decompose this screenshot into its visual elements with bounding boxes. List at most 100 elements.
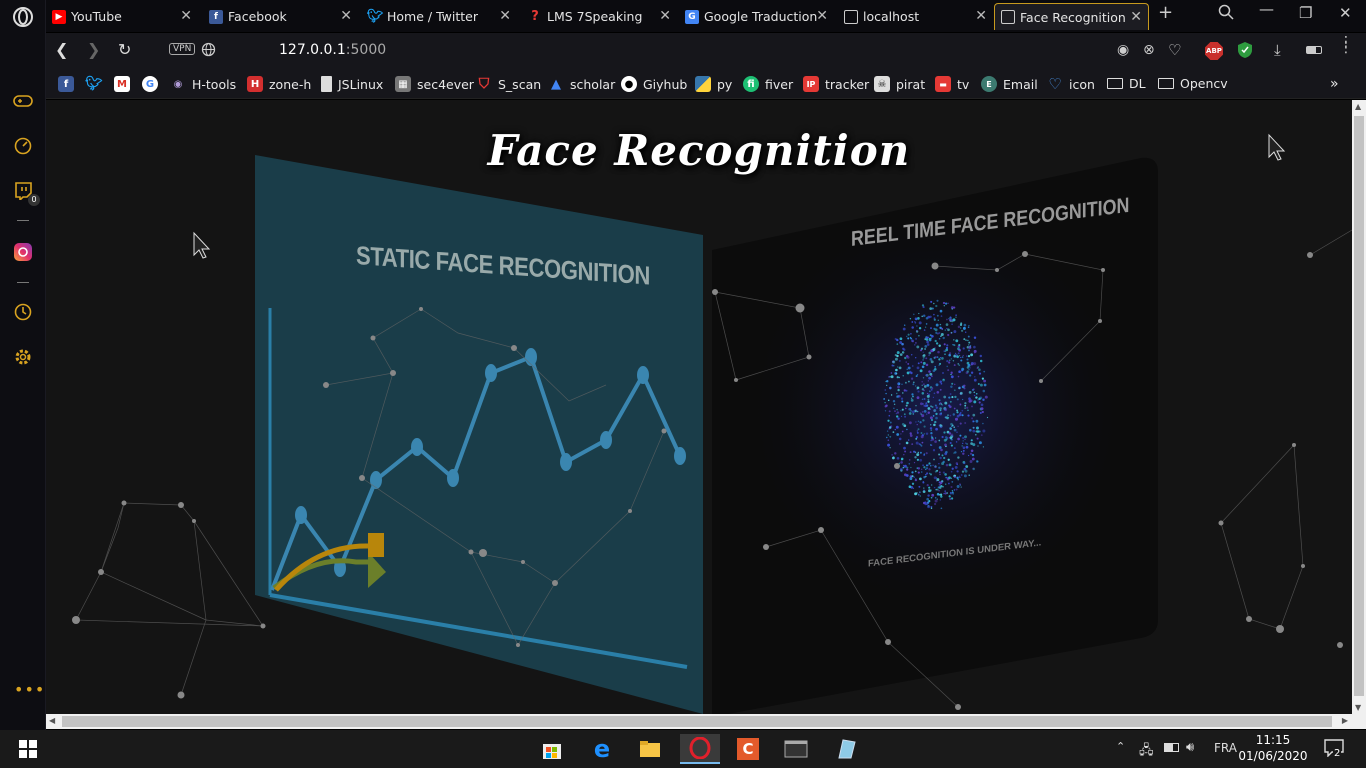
bookmark-twitter[interactable]: 🐦︎ (85, 76, 108, 92)
bookmarks-overflow-icon[interactable]: » (1330, 76, 1339, 92)
gamepad-icon[interactable] (12, 90, 34, 112)
face-particle (926, 484, 929, 487)
close-window-icon[interactable]: ✕ (1339, 4, 1352, 22)
opera-menu-icon[interactable] (12, 6, 34, 28)
back-icon[interactable]: ❮ (55, 40, 68, 59)
tab-facebook[interactable]: f Facebook ✕ (203, 3, 358, 30)
heart-icon[interactable]: ♡ (1168, 41, 1181, 59)
battery-saver-icon[interactable] (1306, 46, 1322, 54)
bookmark-facebook[interactable]: f (58, 76, 80, 92)
speedometer-icon[interactable] (12, 135, 34, 157)
close-icon[interactable]: ✕ (1130, 9, 1142, 25)
face-particle (935, 406, 938, 409)
bookmark-jslinux[interactable]: JSLinux (321, 76, 383, 92)
search-icon[interactable] (1218, 4, 1234, 24)
tab-lms[interactable]: ? LMS 7Speaking ✕ (522, 3, 677, 30)
scroll-down-icon[interactable]: ▼ (1355, 703, 1361, 712)
bookmark-sec4ever[interactable]: ▦ sec4ever (395, 76, 474, 92)
vpn-badge[interactable]: VPN (169, 43, 196, 55)
face-particle (965, 339, 967, 341)
bookmark-tv[interactable]: ▬ tv (935, 76, 969, 92)
face-particle (934, 366, 937, 368)
tab-youtube[interactable]: ▶ YouTube ✕ (46, 3, 198, 30)
app-c-icon[interactable]: C (728, 734, 768, 764)
shield-extension-icon[interactable] (1237, 41, 1253, 63)
maximize-icon[interactable]: ❐ (1299, 4, 1312, 22)
instagram-icon[interactable] (12, 241, 34, 263)
face-particle (955, 316, 957, 318)
face-particle (942, 378, 946, 382)
windows-start-icon[interactable] (8, 734, 48, 764)
reload-icon[interactable]: ↻ (118, 40, 131, 59)
app-glass-icon[interactable] (826, 734, 866, 764)
tab-face-recognition[interactable]: Face Recognition ✕ (994, 3, 1149, 30)
close-icon[interactable]: ✕ (975, 8, 987, 24)
face-particle (964, 404, 967, 407)
bookmark-github[interactable]: ● Giyhub (621, 76, 687, 92)
vertical-scroll-thumb[interactable] (1354, 116, 1364, 696)
bookmark-gmail[interactable]: M (114, 76, 136, 92)
camera-icon[interactable]: ◉ (1117, 42, 1129, 58)
store-icon[interactable] (532, 734, 572, 764)
globe-icon (201, 42, 216, 61)
minimize-icon[interactable]: — (1259, 0, 1274, 18)
bookmark-s-scan[interactable]: ⛉ S_scan (476, 76, 541, 92)
face-particle (925, 363, 929, 367)
terminal-icon[interactable] (776, 734, 816, 764)
bookmark-dl[interactable]: DL (1107, 76, 1146, 91)
network-icon[interactable]: 🖧︎ (1139, 741, 1154, 763)
vertical-scrollbar[interactable]: ▲ ▼ (1352, 100, 1366, 714)
bookmark-email[interactable]: E Email (981, 76, 1038, 92)
close-icon[interactable]: ✕ (340, 8, 352, 24)
bookmark-zone-h[interactable]: Hzone-h (247, 76, 311, 92)
bookmark-scholar[interactable]: ▲ scholar (548, 76, 615, 92)
sidebar-divider (17, 282, 29, 283)
adblock-icon[interactable]: ABP (1205, 42, 1223, 60)
download-icon[interactable]: ⤓ (1274, 41, 1281, 59)
bookmark-fiver[interactable]: fi fiver (743, 76, 793, 92)
edge-icon[interactable]: e (582, 734, 622, 764)
tab-localhost[interactable]: localhost ✕ (838, 3, 993, 30)
scroll-right-icon[interactable]: ▶ (1342, 716, 1348, 725)
bookmark-google[interactable]: G (142, 76, 164, 92)
forward-icon[interactable]: ❯ (87, 40, 100, 59)
opera-taskbar-icon[interactable] (680, 734, 720, 764)
face-particle (970, 363, 973, 366)
url-input[interactable]: 127.0.0.1:5000 (279, 42, 386, 58)
close-icon[interactable]: ✕ (180, 8, 192, 24)
close-icon[interactable]: ✕ (816, 8, 828, 24)
clock[interactable]: 11:15 01/06/2020 (1238, 732, 1308, 764)
face-particle (939, 323, 942, 326)
face-particle (935, 412, 938, 416)
clock-time: 11:15 (1255, 733, 1291, 747)
bookmark-label: Opencv (1180, 76, 1228, 91)
face-particle (934, 437, 937, 439)
new-tab-icon[interactable]: + (1158, 2, 1173, 23)
tab-google-traduction[interactable]: G Google Traduction ✕ (679, 3, 834, 30)
tray-chevron-icon[interactable]: ⌃ (1116, 740, 1125, 753)
close-icon[interactable]: ✕ (659, 8, 671, 24)
more-icon[interactable]: ••• (14, 680, 45, 699)
scroll-left-icon[interactable]: ◀ (49, 716, 55, 725)
block-icon[interactable]: ⊗ (1143, 42, 1155, 58)
heart-icon: ♡ (1048, 75, 1062, 93)
volume-icon[interactable]: 🔊︎ (1186, 740, 1194, 755)
bookmark-icon[interactable]: ♡ icon (1047, 75, 1095, 93)
close-icon[interactable]: ✕ (499, 8, 511, 24)
file-explorer-icon[interactable] (630, 734, 670, 764)
bookmark-opencv[interactable]: Opencv (1158, 76, 1228, 91)
battery-icon[interactable] (1164, 743, 1179, 752)
horizontal-scrollbar[interactable]: ◀ ▶ (46, 714, 1366, 729)
history-icon[interactable] (12, 301, 34, 323)
scroll-up-icon[interactable]: ▲ (1355, 102, 1361, 111)
face-particle (928, 462, 931, 465)
bookmark-h-tools[interactable]: ◉ H-tools (170, 76, 236, 92)
horizontal-scroll-thumb[interactable] (62, 716, 1332, 727)
bookmark-py[interactable]: py (695, 76, 732, 92)
tab-twitter[interactable]: 🐦︎ Home / Twitter ✕ (362, 3, 517, 30)
settings-icon[interactable] (12, 346, 34, 368)
bookmark-tracker[interactable]: IP tracker (803, 76, 869, 92)
language-indicator[interactable]: FRA (1214, 741, 1237, 755)
bookmark-pirat[interactable]: ☠ pirat (874, 76, 925, 92)
easy-setup-icon[interactable]: ⋮ ⋮ (1339, 35, 1353, 55)
